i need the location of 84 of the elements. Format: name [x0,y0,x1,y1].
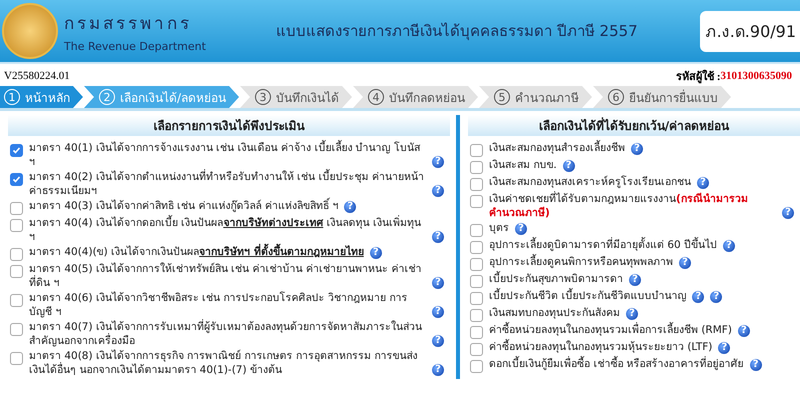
option-label: ค่าซื้อหน่วยลงทุนในกองทุนรวมเพื่อการเลี้ยงชีพ (RMF) [489,324,732,338]
checkbox[interactable] [10,294,23,307]
checkbox[interactable] [10,248,23,261]
help-icon[interactable]: ? [432,277,444,289]
checkbox[interactable] [10,323,23,336]
option-label: มาตรา 40(8) เงินได้จากการธุรกิจ การพาณิชย์ การเกษตร การอุตสาหกรรม การขนส่ง เงินได้อื่นๆ นอกจากเงินได้ตามมาตรา 40(1)-(7) ข้างต้น [29,350,418,377]
option-label: อุปการะเลี้ยงดูคนพิการหรือคนทุพพลภาพ [489,256,673,270]
checkmark-icon [12,175,21,184]
help-icon[interactable]: ? [344,200,356,212]
checkbox[interactable] [470,241,483,254]
option-label: เบี้ยประกันสุขภาพบิดามารดา [489,273,623,286]
option-label: เงินสะสม กบข. [489,159,557,172]
wizard-step-tab[interactable]: 2 เลือกเงินได้/ลดหย่อน [84,86,240,108]
org-name: กรมสรรพากร [64,13,193,36]
checkbox[interactable] [10,202,23,215]
help-icon[interactable]: ? [515,222,527,234]
option-label: มาตรา 40(6) เงินได้จากวิชาชีพอิสระ เช่น การประกอบโรคศิลปะ วิชากฎหมาย การบัญชี ฯ [29,292,408,319]
checkbox[interactable] [470,275,483,288]
option-label: มาตรา 40(7) เงินได้จากการรับเหมาที่ผู้รับเหมาต้องลงทุนด้วยการจัดหาสัมภาระในส่วนสำคัญนอกจากเครื่องมือ [29,321,423,348]
option-label: เบี้ยประกันชีวิต เบี้ยประกันชีวิตแบบบำนาญ [489,290,686,304]
help-icon[interactable]: ? [697,176,709,188]
option-label: บุตร [489,222,509,236]
help-icon[interactable]: ? [718,342,730,354]
help-icon[interactable]: ? [432,156,444,168]
option-label: ค่าซื้อหน่วยลงทุนในกองทุนรวมหุ้นระยะยาว (LTF) [489,341,712,354]
checkbox[interactable] [470,161,483,174]
checkbox[interactable] [470,144,483,157]
option-label: เงินสะสมกองทุนสงเคราะห์ครูโรงเรียนเอกชน [489,176,691,190]
panel-header: เลือกเงินได้ที่ได้รับยกเว้น/ค่าลดหย่อน [468,115,800,136]
org-name-english: The Revenue Department [64,40,207,53]
help-icon[interactable]: ? [432,335,444,347]
help-icon[interactable]: ? [432,231,444,243]
checkbox[interactable] [470,343,483,356]
option-label: มาตรา 40(1) เงินได้จากการจ้างแรงงาน เช่น เงินเดือน ค่าจ้าง เบี้ยเลี้ยง บำนาญ โบนัส ฯ [29,142,422,169]
option-label: เงินค่าชดเชยที่ได้รับตามกฎหมายแรงงาน(กรณีนำมารวมคำนวณภาษี) [489,193,749,220]
help-icon[interactable]: ? [750,358,762,370]
option-label: มาตรา 40(4)(ข) เงินได้จากเงินปันผลจากบริษัทฯ ที่ตั้งขึ้นตามกฎหมายไทย [29,246,364,260]
version-text: V25580224.01 [4,70,71,82]
checkbox[interactable] [470,309,483,322]
help-icon[interactable]: ? [723,240,736,252]
option-label: อุปการะเลี้ยงดูบิดามารดาที่มีอายุตั้งแต่ 60 ปีขึ้นไป [489,239,718,252]
wizard-step-tab[interactable]: 4 บันทึกลดหย่อน [353,86,478,108]
checkbox[interactable] [470,360,483,373]
help-icon[interactable]: ? [432,306,444,318]
user-id-label: รหัสผู้ใช้ : [676,68,720,85]
form-title: แบบแสดงรายการภาษีเงินได้บุคคลธรรมดา ปีภาษี 2557 [275,21,639,42]
checkbox[interactable] [10,219,23,232]
help-icon[interactable]: ? [679,256,691,268]
checkbox[interactable] [10,352,23,365]
option-label: มาตรา 40(4) เงินได้จากดอกเบี้ย เงินปันผลจากบริษัทต่างประเทศ เงินลดทุน เงินเพิ่มทุน ฯ [29,217,422,244]
option-label: มาตรา 40(3) เงินได้จากค่าสิทธิ เช่น ค่าแห่งกู๊ดวิลล์ ค่าแห่งลิขสิทธิ์ ฯ [29,200,338,214]
help-icon[interactable]: ? [626,308,638,320]
panel-header: เลือกรายการเงินได้พึงประเมิน [8,115,450,136]
help-icon[interactable]: ? [432,185,444,197]
checkbox[interactable] [470,195,483,208]
option-label: มาตรา 40(5) เงินได้จากการให้เช่าทรัพย์สิน เช่น ค่าเช่าบ้าน ค่าเช่ายานพาหนะ ค่าเช่าที่ดิน ฯ [29,263,422,290]
help-icon[interactable]: ? [738,324,750,336]
option-label: มาตรา 40(2) เงินได้จากตำแหน่งงานที่ทำหรือรับทำงานให้ เช่น เบี้ยประชุม ค่านายหน้า ค่าธรรมเนียมฯ [29,171,425,198]
wizard-step-tab[interactable]: 6 ยืนยันการยื่นแบบ [593,86,732,108]
checkbox[interactable] [10,173,23,186]
form-code: ภ.ง.ด.90/91 [700,10,800,52]
help-icon[interactable]: ? [692,290,704,302]
wizard-step-tab[interactable]: 5 คำนวณภาษี [479,86,592,108]
checkbox[interactable] [10,265,23,278]
checkmark-icon [12,146,21,155]
help-icon[interactable]: ? [432,364,444,376]
option-label: ดอกเบี้ยเงินกู้ยืมเพื่อซื้อ เช่าซื้อ หรือสร้างอาคารที่อยู่อาศัย [489,358,744,372]
wizard-step-tab[interactable]: 1 หน้าหลัก [0,86,83,108]
checkbox[interactable] [470,178,483,191]
help-icon[interactable]: ? [710,290,722,302]
help-icon[interactable]: ? [562,160,575,172]
wizard-step-tab[interactable]: 3 บันทึกเงินได้ [240,86,352,108]
checkbox[interactable] [470,224,483,237]
option-label: เงินสะสมกองทุนสำรองเลี้ยงชีพ [489,142,625,156]
checkbox[interactable] [470,292,483,305]
help-icon[interactable]: ? [631,142,643,154]
checkbox[interactable] [470,326,483,339]
checkbox[interactable] [470,258,483,271]
option-label: เงินสมทบกองทุนประกันสังคม [489,307,620,320]
help-icon[interactable]: ? [782,207,794,219]
help-icon[interactable]: ? [370,246,382,258]
help-icon[interactable]: ? [629,274,641,286]
checkbox[interactable] [10,144,23,157]
user-id-value: 3101300635090 [720,70,792,82]
